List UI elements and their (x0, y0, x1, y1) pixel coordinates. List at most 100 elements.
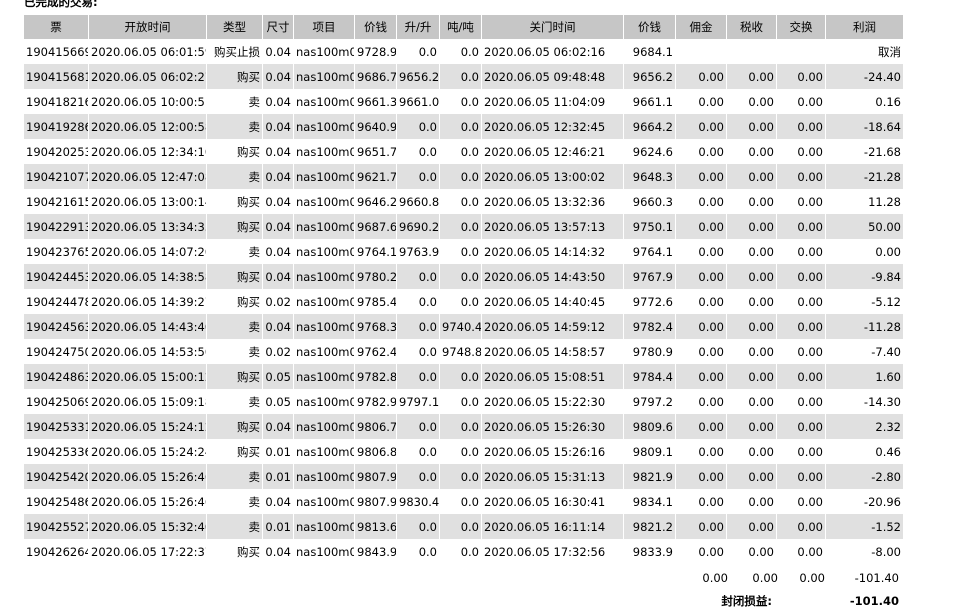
cell-item: nas100m0 (294, 314, 354, 339)
cell-stop-loss: 0.0 (440, 214, 481, 239)
cell-open-price: 9782.9 (357, 394, 396, 409)
cell-ticket: 190418216 (26, 94, 88, 109)
cell-ticket: 190415669 (26, 44, 88, 59)
cell-swap: 0.00 (777, 64, 825, 89)
cell-open-price: 9782.8 (355, 364, 396, 389)
cell-type: 购买 (237, 444, 260, 459)
cell-close-time: 2020.06.05 12:46:21 (484, 144, 606, 159)
table-row: 190425420 2020.06.05 15:26:46 卖 0.01 nas100m… (24, 464, 903, 489)
cell-ticket: 190420253 (26, 144, 88, 159)
cell-open-time: 2020.06.05 15:24:12 (89, 414, 206, 439)
cell-size: 0.02 (265, 294, 291, 309)
cell-type: 购买 (237, 144, 260, 159)
cell-tax: 0.00 (748, 344, 774, 359)
cell-profit: -20.96 (863, 494, 901, 509)
cell-swap: 0.00 (797, 394, 823, 409)
cell-open-time: 2020.06.05 17:22:37 (91, 544, 206, 559)
table-row: 190424750 2020.06.05 14:53:50 卖 0.02 nas100m… (24, 339, 903, 364)
cell-tax: 0.00 (748, 294, 774, 309)
cell-commission (676, 39, 726, 64)
total-tax: 0.00 (752, 571, 778, 585)
cell-type: 购买 (207, 214, 262, 239)
cell-close-time: 2020.06.05 06:02:16 (484, 44, 606, 59)
cell-ticket: 190425331 (24, 414, 88, 439)
cell-open-price: 9687.6 (355, 214, 396, 239)
cell-close-time: 2020.06.05 15:26:30 (482, 414, 623, 439)
cell-open-price: 9807.9 (357, 494, 396, 509)
cell-commission: 0.00 (698, 544, 724, 559)
cell-open-time: 2020.06.05 14:07:20 (91, 244, 206, 259)
header-close-price: 价钱 (624, 15, 675, 39)
cell-tax: 0.00 (748, 194, 774, 209)
cell-ticket: 190426264 (26, 544, 88, 559)
cell-stop-loss: 0.0 (440, 164, 481, 189)
cell-type: 卖 (207, 314, 262, 339)
cell-commission: 0.00 (698, 294, 724, 309)
cell-close-time: 2020.06.05 11:04:09 (484, 94, 606, 109)
cell-commission: 0.00 (676, 64, 726, 89)
cell-size: 0.05 (263, 364, 293, 389)
cell-ticket: 190424750 (26, 344, 88, 359)
cell-close-price: 9767.9 (624, 264, 675, 289)
cell-close-price: 9656.2 (624, 64, 675, 89)
cell-profit: 2.32 (826, 414, 903, 439)
cell-take-profit: 0.0 (418, 294, 437, 309)
cell-open-price: 9621.7 (355, 164, 396, 189)
cell-swap: 0.00 (797, 144, 823, 159)
cell-take-profit: 9656.2 (397, 64, 439, 89)
cell-close-price: 9821.2 (624, 514, 675, 539)
cell-size: 0.04 (263, 114, 293, 139)
cell-profit: -21.68 (863, 144, 901, 159)
cell-open-time: 2020.06.05 12:34:10 (91, 144, 206, 159)
table-row: 190425486 2020.06.05 15:26:46 卖 0.04 nas100m… (24, 489, 903, 514)
cell-open-price: 9762.4 (357, 344, 396, 359)
cell-size: 0.04 (265, 544, 291, 559)
total-profit: -101.40 (854, 571, 899, 585)
cell-size: 0.04 (263, 64, 293, 89)
cell-type: 卖 (207, 464, 262, 489)
cell-size: 0.04 (263, 164, 293, 189)
header-swap: 交换 (777, 15, 825, 39)
cell-take-profit: 9661.0 (399, 94, 439, 109)
cell-swap: 0.00 (797, 294, 823, 309)
cell-open-time: 2020.06.05 15:32:40 (89, 514, 206, 539)
cell-open-price: 9661.3 (357, 94, 396, 109)
cell-open-time: 2020.06.05 14:38:58 (89, 264, 206, 289)
cell-open-time: 2020.06.05 12:47:08 (89, 164, 206, 189)
cell-size: 0.04 (263, 214, 293, 239)
cell-ticket: 190425336 (26, 444, 88, 459)
cell-tax (727, 39, 776, 64)
cell-close-price: 9772.6 (632, 294, 673, 309)
cell-open-time: 2020.06.05 13:00:14 (91, 194, 206, 209)
cell-tax: 0.00 (748, 94, 774, 109)
cell-close-price: 9684.1 (632, 44, 673, 59)
cell-tax: 0.00 (748, 144, 774, 159)
cell-take-profit: 0.0 (397, 464, 439, 489)
cell-profit: -1.52 (826, 514, 903, 539)
cell-swap: 0.00 (777, 114, 825, 139)
cell-stop-loss: 0.0 (460, 194, 479, 209)
cell-swap: 0.00 (797, 444, 823, 459)
cell-item: nas100m0 (294, 114, 354, 139)
cell-close-price: 9750.1 (624, 214, 675, 239)
cell-swap: 0.00 (777, 514, 825, 539)
header-profit: 利润 (826, 15, 903, 39)
cell-open-time: 2020.06.05 06:02:27 (89, 64, 206, 89)
cell-item: nas100m0 (296, 544, 354, 559)
cell-profit: -7.40 (871, 344, 901, 359)
cell-tax: 0.00 (727, 464, 776, 489)
cell-commission: 0.00 (676, 464, 726, 489)
cell-type: 卖 (248, 494, 261, 509)
cell-close-price: 9624.6 (632, 144, 673, 159)
table-row: 190425069 2020.06.05 15:09:18 卖 0.05 nas100m… (24, 389, 903, 414)
cell-commission: 0.00 (676, 264, 726, 289)
table-row: 190419286 2020.06.05 12:00:58 卖 0.04 nas100m… (24, 114, 903, 139)
cell-take-profit: 0.0 (397, 364, 439, 389)
cell-open-time: 2020.06.05 14:43:40 (89, 314, 206, 339)
cell-close-time: 2020.06.05 15:31:13 (482, 464, 623, 489)
table-row: 190424453 2020.06.05 14:38:58 购买 0.04 nas100… (24, 264, 903, 289)
cell-close-price: 9809.6 (624, 414, 675, 439)
cell-close-time: 2020.06.05 15:26:16 (484, 444, 606, 459)
cell-open-time: 2020.06.05 15:09:18 (91, 394, 206, 409)
cell-item: nas100m0 (296, 244, 354, 259)
